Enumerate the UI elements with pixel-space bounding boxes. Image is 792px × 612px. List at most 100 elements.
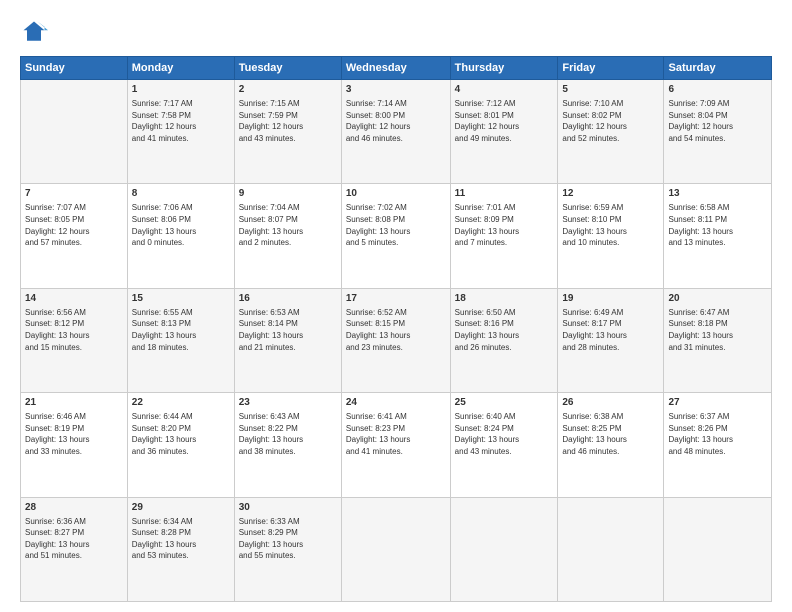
cell-1-5: 4Sunrise: 7:12 AM Sunset: 8:01 PM Daylig… [450, 80, 558, 184]
cell-4-1: 21Sunrise: 6:46 AM Sunset: 8:19 PM Dayli… [21, 393, 128, 497]
col-header-friday: Friday [558, 57, 664, 80]
cell-content: Sunrise: 7:14 AM Sunset: 8:00 PM Dayligh… [346, 98, 446, 144]
day-number: 6 [668, 83, 767, 97]
day-number: 2 [239, 83, 337, 97]
day-number: 23 [239, 396, 337, 410]
cell-content: Sunrise: 6:58 AM Sunset: 8:11 PM Dayligh… [668, 202, 767, 248]
cell-content: Sunrise: 6:59 AM Sunset: 8:10 PM Dayligh… [562, 202, 659, 248]
cell-3-1: 14Sunrise: 6:56 AM Sunset: 8:12 PM Dayli… [21, 288, 128, 392]
col-header-thursday: Thursday [450, 57, 558, 80]
cell-4-2: 22Sunrise: 6:44 AM Sunset: 8:20 PM Dayli… [127, 393, 234, 497]
cell-content: Sunrise: 6:50 AM Sunset: 8:16 PM Dayligh… [455, 307, 554, 353]
cell-2-4: 10Sunrise: 7:02 AM Sunset: 8:08 PM Dayli… [341, 184, 450, 288]
cell-5-2: 29Sunrise: 6:34 AM Sunset: 8:28 PM Dayli… [127, 497, 234, 601]
day-number: 12 [562, 187, 659, 201]
day-number: 8 [132, 187, 230, 201]
cell-content: Sunrise: 6:47 AM Sunset: 8:18 PM Dayligh… [668, 307, 767, 353]
cell-2-7: 13Sunrise: 6:58 AM Sunset: 8:11 PM Dayli… [664, 184, 772, 288]
cell-1-4: 3Sunrise: 7:14 AM Sunset: 8:00 PM Daylig… [341, 80, 450, 184]
cell-content: Sunrise: 6:53 AM Sunset: 8:14 PM Dayligh… [239, 307, 337, 353]
col-header-saturday: Saturday [664, 57, 772, 80]
cell-content: Sunrise: 7:09 AM Sunset: 8:04 PM Dayligh… [668, 98, 767, 144]
week-row-4: 21Sunrise: 6:46 AM Sunset: 8:19 PM Dayli… [21, 393, 772, 497]
cell-5-1: 28Sunrise: 6:36 AM Sunset: 8:27 PM Dayli… [21, 497, 128, 601]
cell-5-4 [341, 497, 450, 601]
col-header-tuesday: Tuesday [234, 57, 341, 80]
cell-content: Sunrise: 7:17 AM Sunset: 7:58 PM Dayligh… [132, 98, 230, 144]
cell-content: Sunrise: 6:38 AM Sunset: 8:25 PM Dayligh… [562, 411, 659, 457]
day-number: 15 [132, 292, 230, 306]
cell-1-2: 1Sunrise: 7:17 AM Sunset: 7:58 PM Daylig… [127, 80, 234, 184]
week-row-3: 14Sunrise: 6:56 AM Sunset: 8:12 PM Dayli… [21, 288, 772, 392]
day-number: 26 [562, 396, 659, 410]
cell-3-5: 18Sunrise: 6:50 AM Sunset: 8:16 PM Dayli… [450, 288, 558, 392]
day-number: 18 [455, 292, 554, 306]
cell-4-3: 23Sunrise: 6:43 AM Sunset: 8:22 PM Dayli… [234, 393, 341, 497]
day-number: 10 [346, 187, 446, 201]
col-header-wednesday: Wednesday [341, 57, 450, 80]
day-number: 30 [239, 501, 337, 515]
cell-content: Sunrise: 7:06 AM Sunset: 8:06 PM Dayligh… [132, 202, 230, 248]
day-number: 25 [455, 396, 554, 410]
cell-1-1 [21, 80, 128, 184]
cell-3-4: 17Sunrise: 6:52 AM Sunset: 8:15 PM Dayli… [341, 288, 450, 392]
cell-1-3: 2Sunrise: 7:15 AM Sunset: 7:59 PM Daylig… [234, 80, 341, 184]
cell-5-3: 30Sunrise: 6:33 AM Sunset: 8:29 PM Dayli… [234, 497, 341, 601]
cell-content: Sunrise: 6:44 AM Sunset: 8:20 PM Dayligh… [132, 411, 230, 457]
day-number: 13 [668, 187, 767, 201]
cell-content: Sunrise: 6:46 AM Sunset: 8:19 PM Dayligh… [25, 411, 123, 457]
day-number: 3 [346, 83, 446, 97]
logo-icon [20, 18, 48, 46]
cell-2-3: 9Sunrise: 7:04 AM Sunset: 8:07 PM Daylig… [234, 184, 341, 288]
cell-2-2: 8Sunrise: 7:06 AM Sunset: 8:06 PM Daylig… [127, 184, 234, 288]
cell-5-6 [558, 497, 664, 601]
logo [20, 18, 52, 46]
calendar-table: SundayMondayTuesdayWednesdayThursdayFrid… [20, 56, 772, 602]
day-number: 19 [562, 292, 659, 306]
cell-content: Sunrise: 6:52 AM Sunset: 8:15 PM Dayligh… [346, 307, 446, 353]
cell-content: Sunrise: 6:37 AM Sunset: 8:26 PM Dayligh… [668, 411, 767, 457]
cell-5-5 [450, 497, 558, 601]
day-number: 7 [25, 187, 123, 201]
col-header-monday: Monday [127, 57, 234, 80]
cell-content: Sunrise: 7:15 AM Sunset: 7:59 PM Dayligh… [239, 98, 337, 144]
cell-4-4: 24Sunrise: 6:41 AM Sunset: 8:23 PM Dayli… [341, 393, 450, 497]
day-number: 24 [346, 396, 446, 410]
cell-2-5: 11Sunrise: 7:01 AM Sunset: 8:09 PM Dayli… [450, 184, 558, 288]
cell-content: Sunrise: 7:12 AM Sunset: 8:01 PM Dayligh… [455, 98, 554, 144]
week-row-5: 28Sunrise: 6:36 AM Sunset: 8:27 PM Dayli… [21, 497, 772, 601]
cell-content: Sunrise: 7:01 AM Sunset: 8:09 PM Dayligh… [455, 202, 554, 248]
day-number: 17 [346, 292, 446, 306]
cell-content: Sunrise: 6:56 AM Sunset: 8:12 PM Dayligh… [25, 307, 123, 353]
cell-content: Sunrise: 6:33 AM Sunset: 8:29 PM Dayligh… [239, 516, 337, 562]
day-number: 22 [132, 396, 230, 410]
cell-1-7: 6Sunrise: 7:09 AM Sunset: 8:04 PM Daylig… [664, 80, 772, 184]
cell-4-6: 26Sunrise: 6:38 AM Sunset: 8:25 PM Dayli… [558, 393, 664, 497]
cell-content: Sunrise: 6:34 AM Sunset: 8:28 PM Dayligh… [132, 516, 230, 562]
day-number: 27 [668, 396, 767, 410]
cell-3-3: 16Sunrise: 6:53 AM Sunset: 8:14 PM Dayli… [234, 288, 341, 392]
cell-3-2: 15Sunrise: 6:55 AM Sunset: 8:13 PM Dayli… [127, 288, 234, 392]
page: SundayMondayTuesdayWednesdayThursdayFrid… [0, 0, 792, 612]
cell-content: Sunrise: 6:43 AM Sunset: 8:22 PM Dayligh… [239, 411, 337, 457]
col-header-sunday: Sunday [21, 57, 128, 80]
cell-5-7 [664, 497, 772, 601]
day-number: 4 [455, 83, 554, 97]
cell-content: Sunrise: 7:04 AM Sunset: 8:07 PM Dayligh… [239, 202, 337, 248]
cell-content: Sunrise: 7:07 AM Sunset: 8:05 PM Dayligh… [25, 202, 123, 248]
week-row-2: 7Sunrise: 7:07 AM Sunset: 8:05 PM Daylig… [21, 184, 772, 288]
cell-1-6: 5Sunrise: 7:10 AM Sunset: 8:02 PM Daylig… [558, 80, 664, 184]
cell-content: Sunrise: 6:55 AM Sunset: 8:13 PM Dayligh… [132, 307, 230, 353]
cell-content: Sunrise: 6:40 AM Sunset: 8:24 PM Dayligh… [455, 411, 554, 457]
cell-3-6: 19Sunrise: 6:49 AM Sunset: 8:17 PM Dayli… [558, 288, 664, 392]
day-number: 21 [25, 396, 123, 410]
day-number: 29 [132, 501, 230, 515]
day-number: 14 [25, 292, 123, 306]
cell-3-7: 20Sunrise: 6:47 AM Sunset: 8:18 PM Dayli… [664, 288, 772, 392]
day-number: 11 [455, 187, 554, 201]
cell-2-1: 7Sunrise: 7:07 AM Sunset: 8:05 PM Daylig… [21, 184, 128, 288]
cell-content: Sunrise: 6:41 AM Sunset: 8:23 PM Dayligh… [346, 411, 446, 457]
cell-content: Sunrise: 7:10 AM Sunset: 8:02 PM Dayligh… [562, 98, 659, 144]
header [20, 18, 772, 46]
cell-2-6: 12Sunrise: 6:59 AM Sunset: 8:10 PM Dayli… [558, 184, 664, 288]
